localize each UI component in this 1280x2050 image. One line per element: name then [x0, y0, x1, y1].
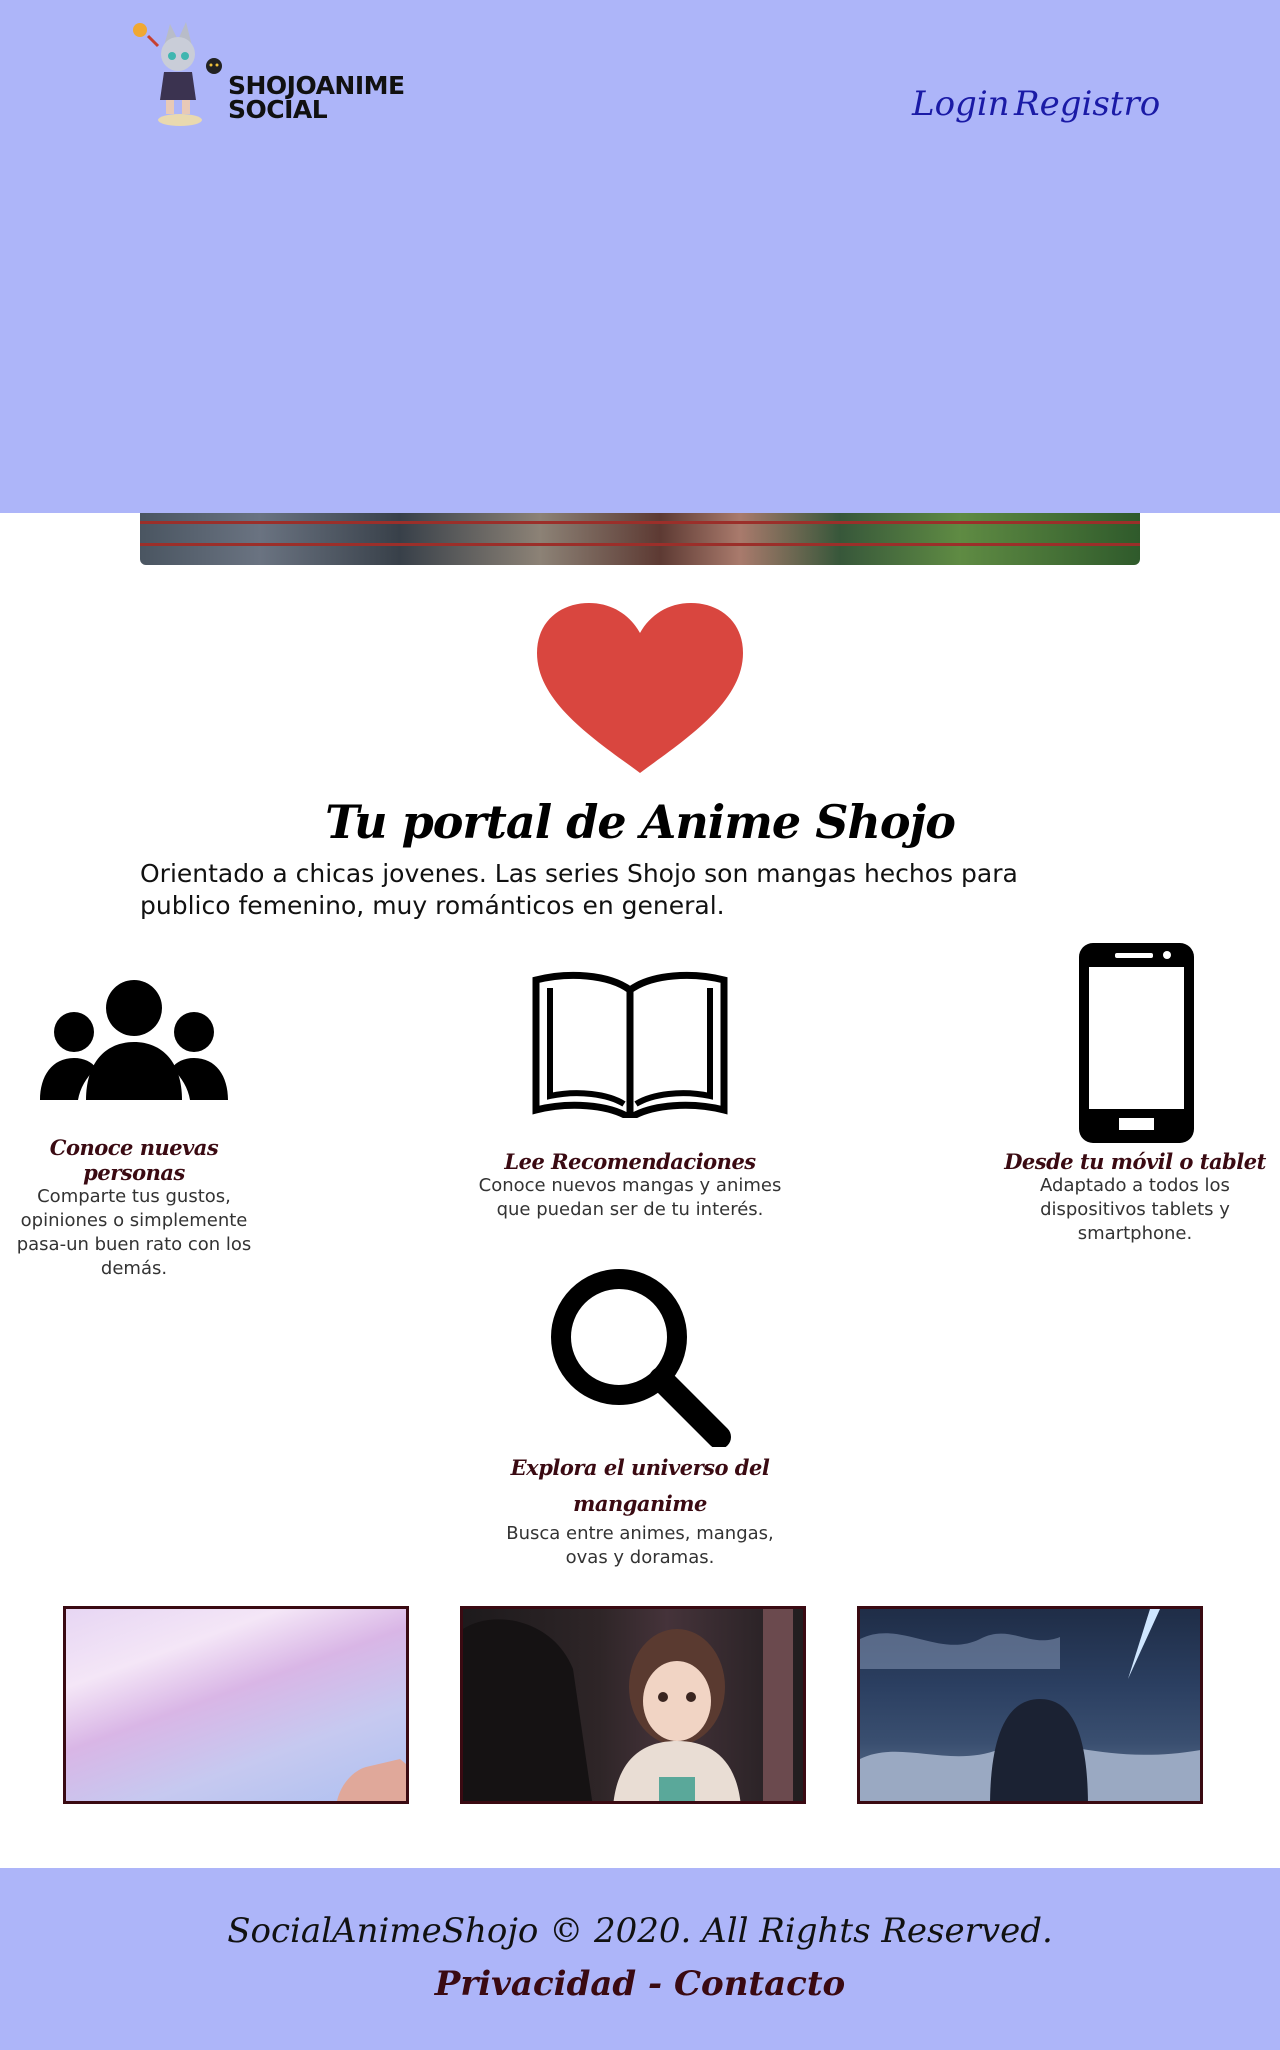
hero-railing	[140, 521, 1140, 524]
site-header: SHOJOANIME SOCIAL Login Registro	[0, 0, 1280, 513]
gallery-image-sky[interactable]	[63, 1606, 409, 1804]
copyright-text: SocialAnimeShojo © 2020. All Rights Rese…	[227, 1911, 1053, 1951]
book-icon	[532, 971, 728, 1118]
users-icon	[40, 980, 228, 1100]
hero-image	[140, 513, 1140, 565]
couple-scene	[463, 1609, 793, 1801]
footer-separator: -	[636, 1964, 674, 2004]
gallery-image-comet[interactable]	[857, 1606, 1203, 1804]
feature-title: Explora el universo del manganime	[510, 1455, 770, 1516]
contact-link[interactable]: Contacto	[674, 1964, 845, 2004]
footer-links: Privacidad - Contacto	[0, 1964, 1280, 2004]
heart-icon	[537, 603, 743, 773]
hero-railing	[140, 543, 1140, 546]
feature-mobile: Desde tu móvil o tablet Adaptado a todos…	[990, 1149, 1280, 1246]
feature-desc: Comparte tus gustos, opiniones o simplem…	[16, 1186, 252, 1279]
logo-text[interactable]: SHOJOANIME SOCIAL	[228, 73, 405, 124]
comet-night-scene	[860, 1609, 1200, 1801]
feature-recommendations: Lee Recomendaciones Conoce nuevos mangas…	[470, 1149, 790, 1222]
hand-silhouette	[337, 1759, 406, 1801]
feature-explore: Explora el universo del manganime Busca …	[500, 1450, 780, 1570]
feature-desc: Busca entre animes, mangas, ovas y doram…	[506, 1523, 774, 1568]
intro-text: Orientado a chicas jovenes. Las series S…	[140, 859, 1018, 920]
feature-title: Lee Recomendaciones	[504, 1149, 756, 1174]
search-icon	[551, 1269, 731, 1447]
feature-meet-people: Conoce nuevas personas Comparte tus gust…	[0, 1135, 268, 1281]
privacy-link[interactable]: Privacidad	[435, 1964, 636, 2004]
login-link[interactable]: Login	[912, 84, 1010, 124]
gallery-image-couple[interactable]	[460, 1606, 806, 1804]
logo-text-line2: SOCIAL	[228, 95, 328, 124]
registro-link[interactable]: Registro	[1014, 84, 1160, 124]
feature-title: Conoce nuevas personas	[49, 1135, 219, 1185]
logo-mascot-icon[interactable]	[128, 16, 228, 128]
mobile-icon	[1079, 943, 1194, 1143]
site-footer: SocialAnimeShojo © 2020. All Rights Rese…	[0, 1868, 1280, 2050]
feature-desc: Conoce nuevos mangas y animes que puedan…	[478, 1175, 782, 1220]
page-title: Tu portal de Anime Shojo	[325, 795, 956, 849]
feature-desc: Adaptado a todos los dispositivos tablet…	[1040, 1175, 1230, 1244]
feature-title: Desde tu móvil o tablet	[1004, 1149, 1266, 1174]
